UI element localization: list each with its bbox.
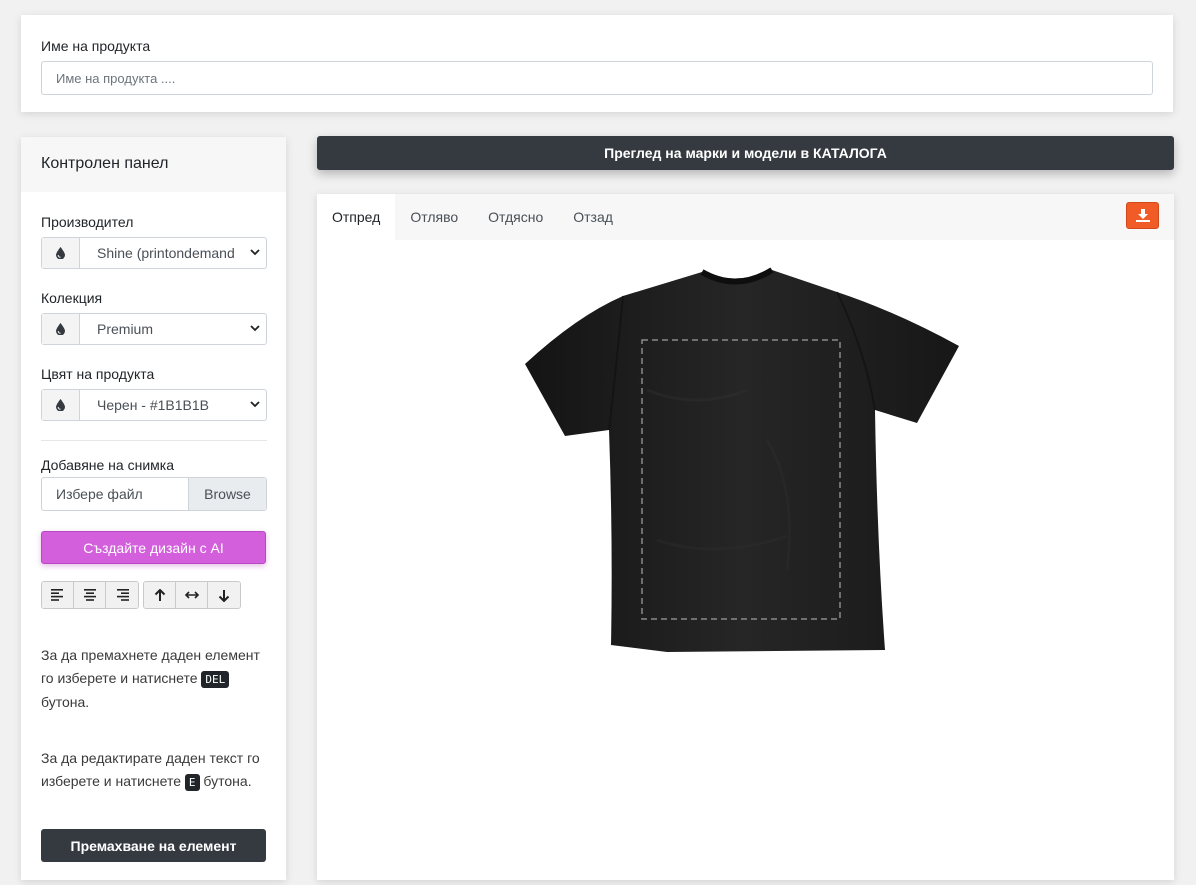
collection-select[interactable]: Premium xyxy=(41,313,267,345)
browse-button[interactable]: Browse xyxy=(188,478,266,510)
del-key: DEL xyxy=(201,671,230,688)
chevron-down-icon xyxy=(250,248,260,259)
catalog-button[interactable]: Преглед на марки и модели в КАТАЛОГА xyxy=(317,136,1174,170)
product-name-label: Име на продукта xyxy=(41,38,151,54)
view-tabs: Отпред Отляво Отдясно Отзад xyxy=(317,194,1174,240)
chevron-down-icon xyxy=(250,324,260,335)
delete-hint: За да премахнете даден елемент го избере… xyxy=(41,644,271,714)
divider xyxy=(41,440,267,441)
product-name-card: Име на продукта xyxy=(21,15,1173,112)
tab-right[interactable]: Отдясно xyxy=(473,194,558,240)
tab-front[interactable]: Отпред xyxy=(317,194,396,240)
create-ai-design-button[interactable]: Създайте дизайн с AI xyxy=(41,531,266,564)
align-center-icon[interactable] xyxy=(74,582,106,608)
tint-icon xyxy=(42,238,80,268)
manufacturer-select[interactable]: Shine (printondemand xyxy=(41,237,267,269)
download-button[interactable] xyxy=(1126,202,1159,229)
tab-left[interactable]: Отляво xyxy=(395,194,473,240)
product-color-field: Цвят на продукта Черен - #1B1B1B xyxy=(41,366,267,422)
align-button-group xyxy=(41,581,139,609)
align-left-icon[interactable] xyxy=(42,582,74,608)
arrow-up-icon[interactable] xyxy=(144,582,176,608)
delete-hint-end: бутона. xyxy=(41,694,90,710)
upload-field: Добавяне на снимка Избере файл Browse xyxy=(41,457,267,513)
tint-icon xyxy=(42,314,80,344)
upload-label: Добавяне на снимка xyxy=(41,457,174,473)
product-name-input[interactable] xyxy=(41,61,1153,95)
tab-back[interactable]: Отзад xyxy=(558,194,628,240)
control-panel-title: Контролен панел xyxy=(21,137,286,192)
product-canvas[interactable] xyxy=(317,240,1174,880)
arrows-horizontal-icon[interactable] xyxy=(176,582,208,608)
collection-value: Premium xyxy=(97,321,154,337)
product-color-select[interactable]: Черен - #1B1B1B xyxy=(41,389,267,421)
tshirt-image xyxy=(525,267,959,652)
e-key: E xyxy=(184,774,200,791)
edit-hint-end: бутона. xyxy=(203,773,252,789)
download-icon xyxy=(1135,209,1150,222)
manufacturer-field: Производител Shine (printondemand xyxy=(41,214,267,270)
control-panel: Контролен панел Производител Shine (prin… xyxy=(21,137,286,880)
collection-label: Колекция xyxy=(41,290,103,306)
tint-icon xyxy=(42,390,80,420)
preview-card: Отпред Отляво Отдясно Отзад xyxy=(317,194,1174,880)
product-color-label: Цвят на продукта xyxy=(41,366,155,382)
file-placeholder: Избере файл xyxy=(56,486,143,502)
position-button-group xyxy=(143,581,241,609)
product-color-value: Черен - #1B1B1B xyxy=(97,397,210,413)
collection-field: Колекция Premium xyxy=(41,290,267,346)
arrow-down-icon[interactable] xyxy=(208,582,240,608)
manufacturer-value: Shine (printondemand xyxy=(97,245,235,261)
align-right-icon[interactable] xyxy=(106,582,138,608)
manufacturer-label: Производител xyxy=(41,214,134,230)
edit-hint: За да редактирате даден текст го изберет… xyxy=(41,747,271,794)
chevron-down-icon xyxy=(250,400,260,411)
file-input[interactable]: Избере файл Browse xyxy=(41,477,267,511)
remove-element-button[interactable]: Премахване на елемент xyxy=(41,829,266,862)
